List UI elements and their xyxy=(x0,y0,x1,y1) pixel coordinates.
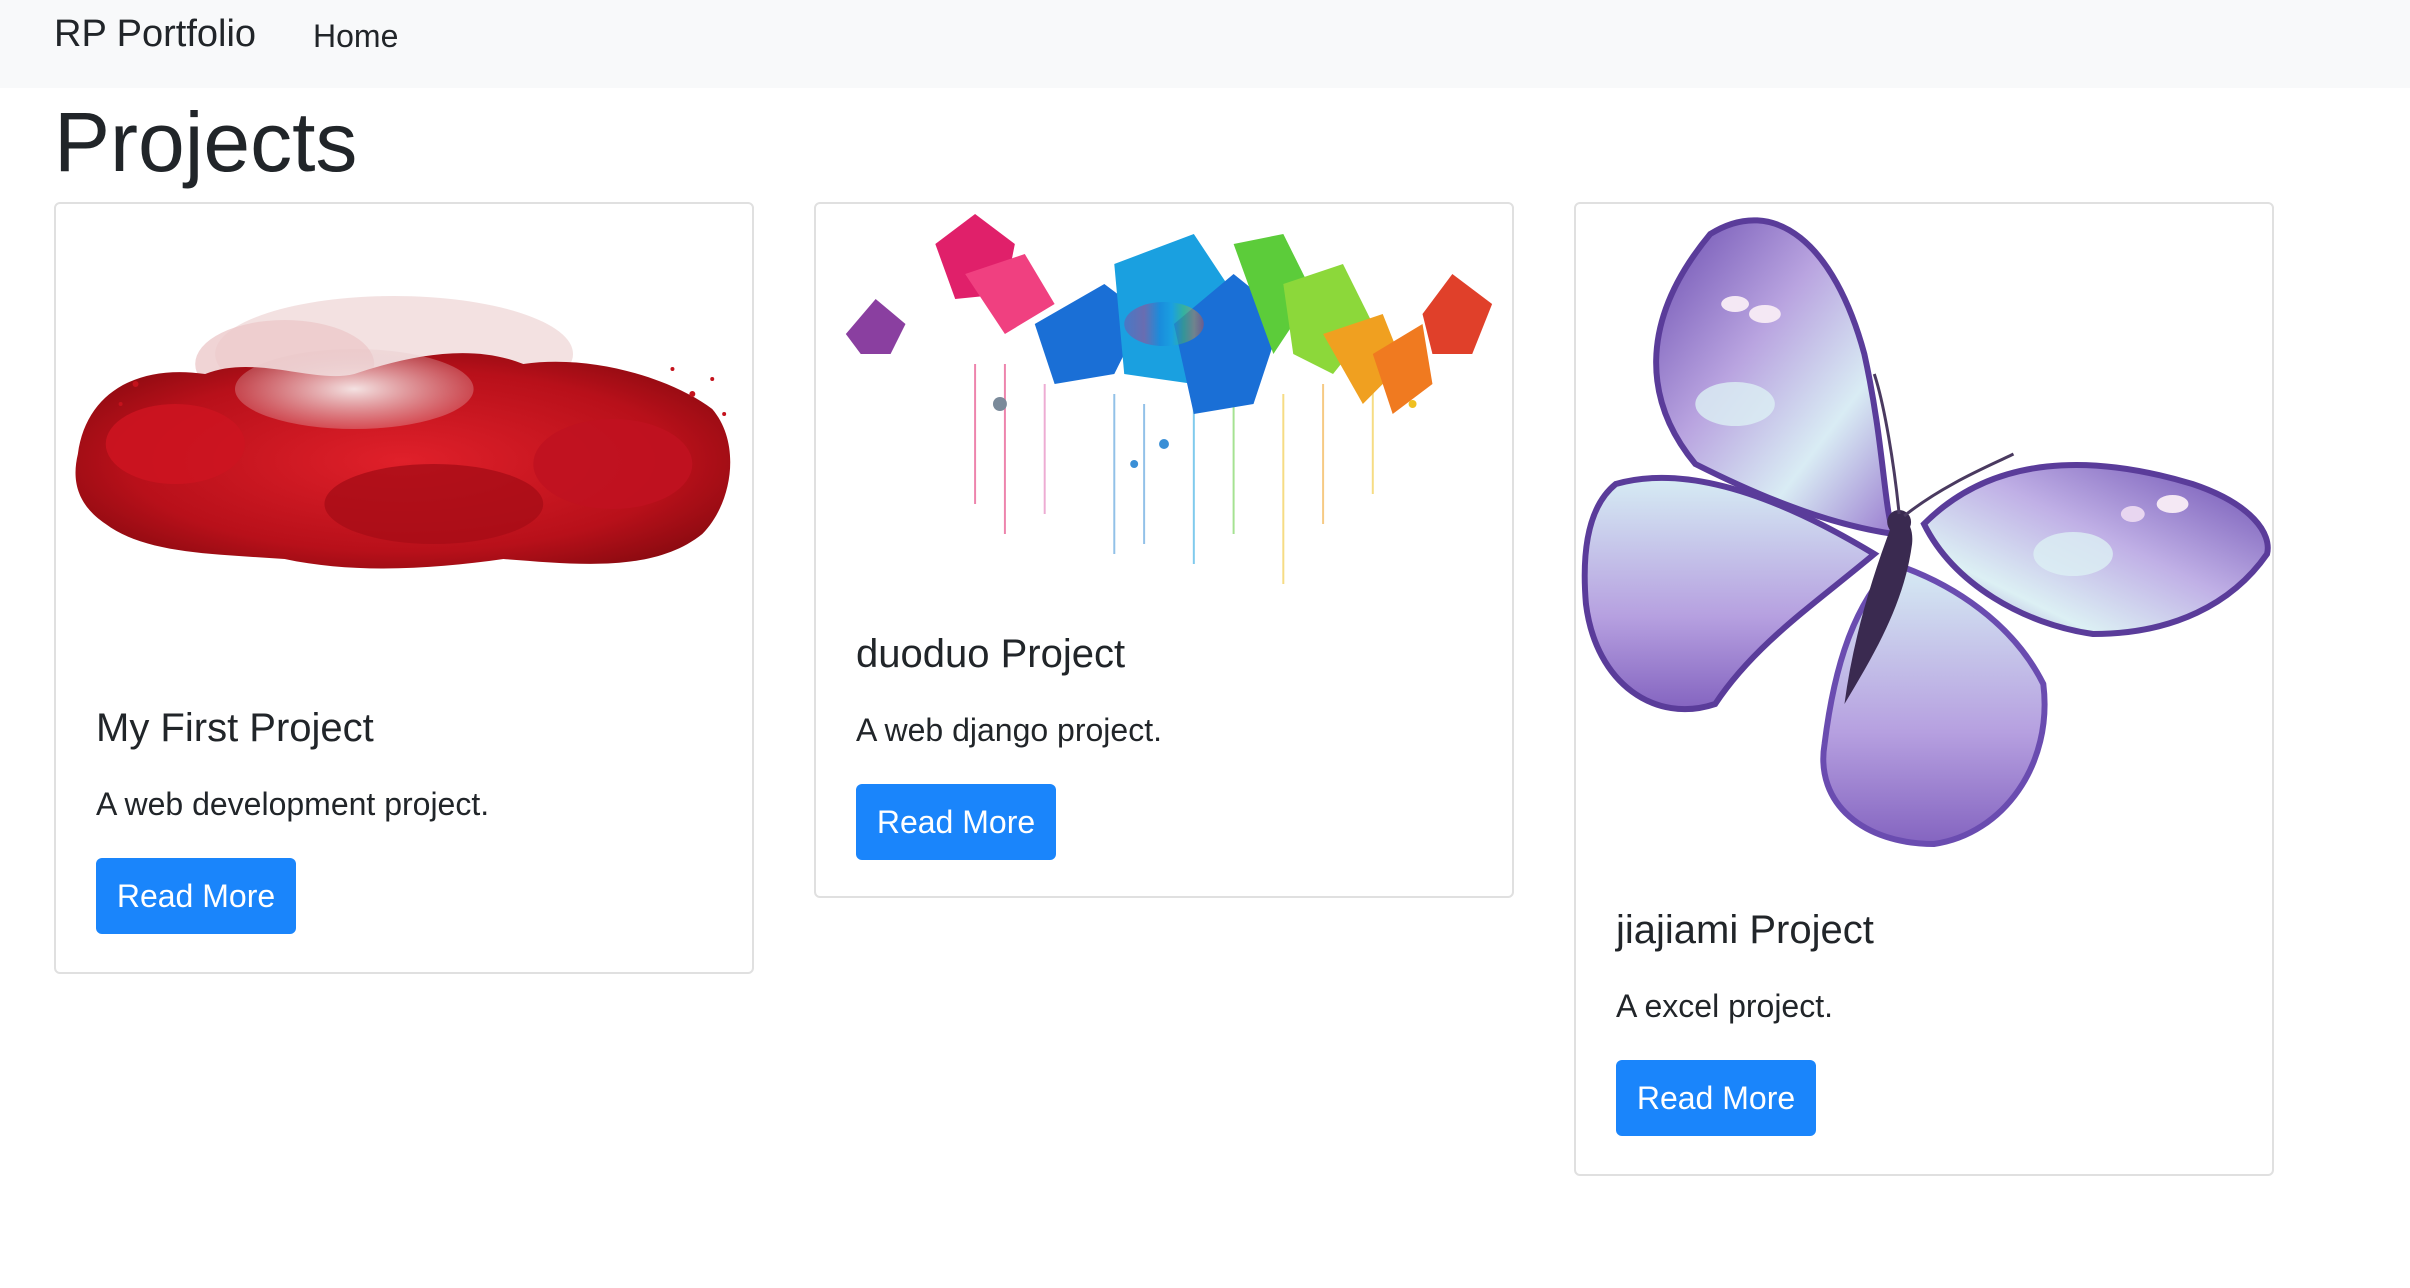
card-text: A excel project. xyxy=(1616,988,1833,1024)
project-card: jiajiami Project A excel project. Read M… xyxy=(1574,202,2274,1176)
purple-butterfly-image xyxy=(1576,204,2272,870)
nav-link-home[interactable]: Home xyxy=(313,16,398,56)
colorful-flowers-image xyxy=(816,204,1512,594)
read-more-button[interactable]: Read More xyxy=(96,858,296,934)
card-text: A web django project. xyxy=(856,712,1162,748)
navbar: RP Portfolio Home xyxy=(0,0,2410,88)
read-more-button[interactable]: Read More xyxy=(856,784,1056,860)
card-title: duoduo Project xyxy=(856,632,1126,676)
card-title: jiajiami Project xyxy=(1616,908,1874,952)
navbar-brand[interactable]: RP Portfolio xyxy=(54,12,256,56)
red-smoke-image xyxy=(56,204,752,666)
card-title: My First Project xyxy=(96,706,374,750)
read-more-button[interactable]: Read More xyxy=(1616,1060,1816,1136)
card-text: A web development project. xyxy=(96,786,490,822)
page-title: Projects xyxy=(54,95,358,189)
project-card: My First Project A web development proje… xyxy=(54,202,754,974)
project-card: duoduo Project A web django project. Rea… xyxy=(814,202,1514,898)
